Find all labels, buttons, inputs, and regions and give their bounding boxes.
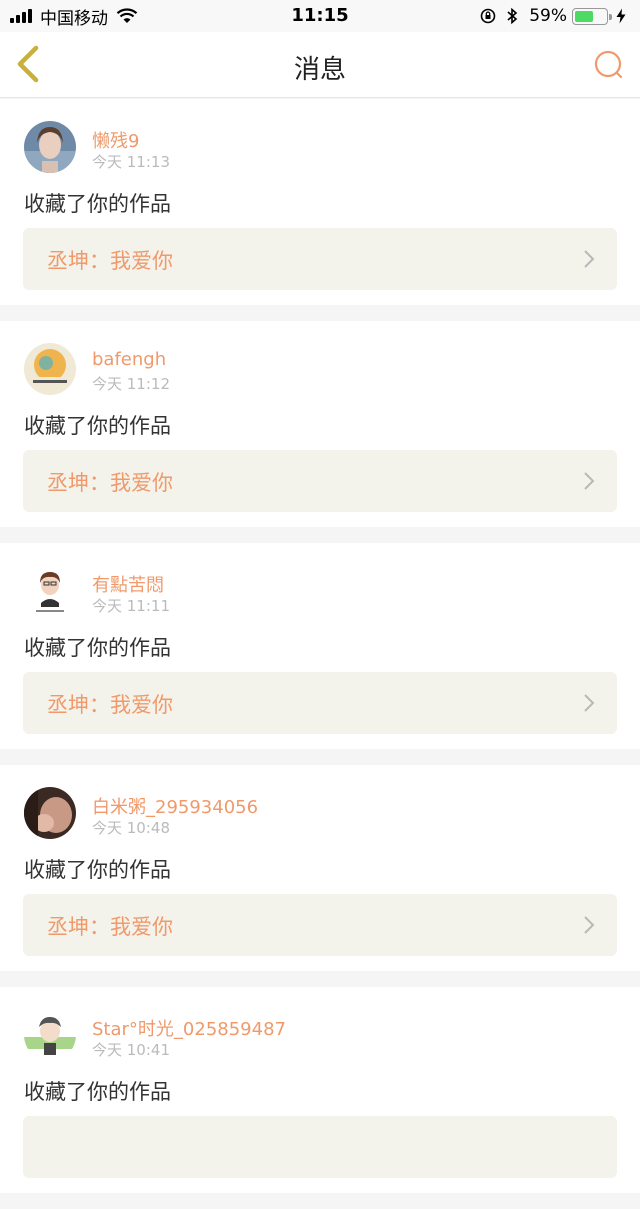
work-title: 丞坤：我爱你 — [47, 471, 173, 495]
avatar[interactable] — [24, 787, 76, 839]
message-list: 懒残9 今天 11:13 收藏了你的作品 丞坤：我爱你 bafengh 今天 1… — [0, 99, 640, 1209]
user-name[interactable]: bafengh — [92, 349, 166, 370]
user-name[interactable]: 有點苦悶 — [92, 571, 164, 597]
timestamp: 今天 11:11 — [92, 597, 170, 615]
bluetooth-icon — [507, 7, 518, 25]
chevron-left-icon — [17, 45, 39, 83]
message-text: 收藏了你的作品 — [24, 858, 171, 882]
status-bar: 中国移动 11:15 59% — [0, 0, 640, 32]
navigation-bar: 消息 — [0, 32, 640, 98]
avatar[interactable] — [24, 121, 76, 173]
work-title: 丞坤：我爱你 — [47, 915, 173, 939]
search-button[interactable] — [590, 46, 628, 84]
work-title: 丞坤：我爱你 — [47, 693, 173, 717]
avatar[interactable] — [24, 343, 76, 395]
chevron-right-icon — [584, 250, 595, 268]
search-icon — [594, 50, 623, 79]
user-name[interactable]: Star°时光_025859487 — [92, 1015, 286, 1041]
message-item: Star°时光_025859487 今天 10:41 收藏了你的作品 — [0, 987, 640, 1193]
message-text: 收藏了你的作品 — [24, 636, 171, 660]
battery-icon — [572, 7, 612, 25]
battery-percent: 59% — [529, 6, 567, 26]
message-text: 收藏了你的作品 — [24, 192, 171, 216]
work-title: 丞坤：我爱你 — [47, 249, 173, 273]
message-item: bafengh 今天 11:12 收藏了你的作品 丞坤：我爱你 — [0, 321, 640, 527]
chevron-right-icon — [584, 916, 595, 934]
back-button[interactable] — [10, 42, 50, 86]
timestamp: 今天 11:13 — [92, 153, 170, 171]
battery-level — [575, 10, 593, 22]
work-link[interactable]: 丞坤：我爱你 — [23, 228, 617, 290]
message-item: 有點苦悶 今天 11:11 收藏了你的作品 丞坤：我爱你 — [0, 543, 640, 749]
avatar[interactable] — [24, 565, 76, 617]
timestamp: 今天 11:12 — [92, 375, 170, 393]
message-text: 收藏了你的作品 — [24, 1080, 171, 1104]
chevron-right-icon — [584, 472, 595, 490]
user-name[interactable]: 懒残9 — [92, 127, 139, 153]
work-link[interactable]: 丞坤：我爱你 — [23, 450, 617, 512]
work-link[interactable]: 丞坤：我爱你 — [23, 894, 617, 956]
chevron-right-icon — [584, 694, 595, 712]
work-link[interactable]: 丞坤：我爱你 — [23, 672, 617, 734]
message-text: 收藏了你的作品 — [24, 414, 171, 438]
timestamp: 今天 10:48 — [92, 819, 170, 837]
message-item: 白米粥_295934056 今天 10:48 收藏了你的作品 丞坤：我爱你 — [0, 765, 640, 971]
user-name[interactable]: 白米粥_295934056 — [92, 793, 258, 819]
timestamp: 今天 10:41 — [92, 1041, 170, 1059]
work-link[interactable] — [23, 1116, 617, 1178]
orientation-lock-icon — [480, 8, 496, 24]
message-item: 懒残9 今天 11:13 收藏了你的作品 丞坤：我爱你 — [0, 99, 640, 305]
page-title: 消息 — [293, 55, 346, 85]
charging-bolt-icon — [616, 8, 626, 24]
avatar[interactable] — [24, 1009, 76, 1061]
